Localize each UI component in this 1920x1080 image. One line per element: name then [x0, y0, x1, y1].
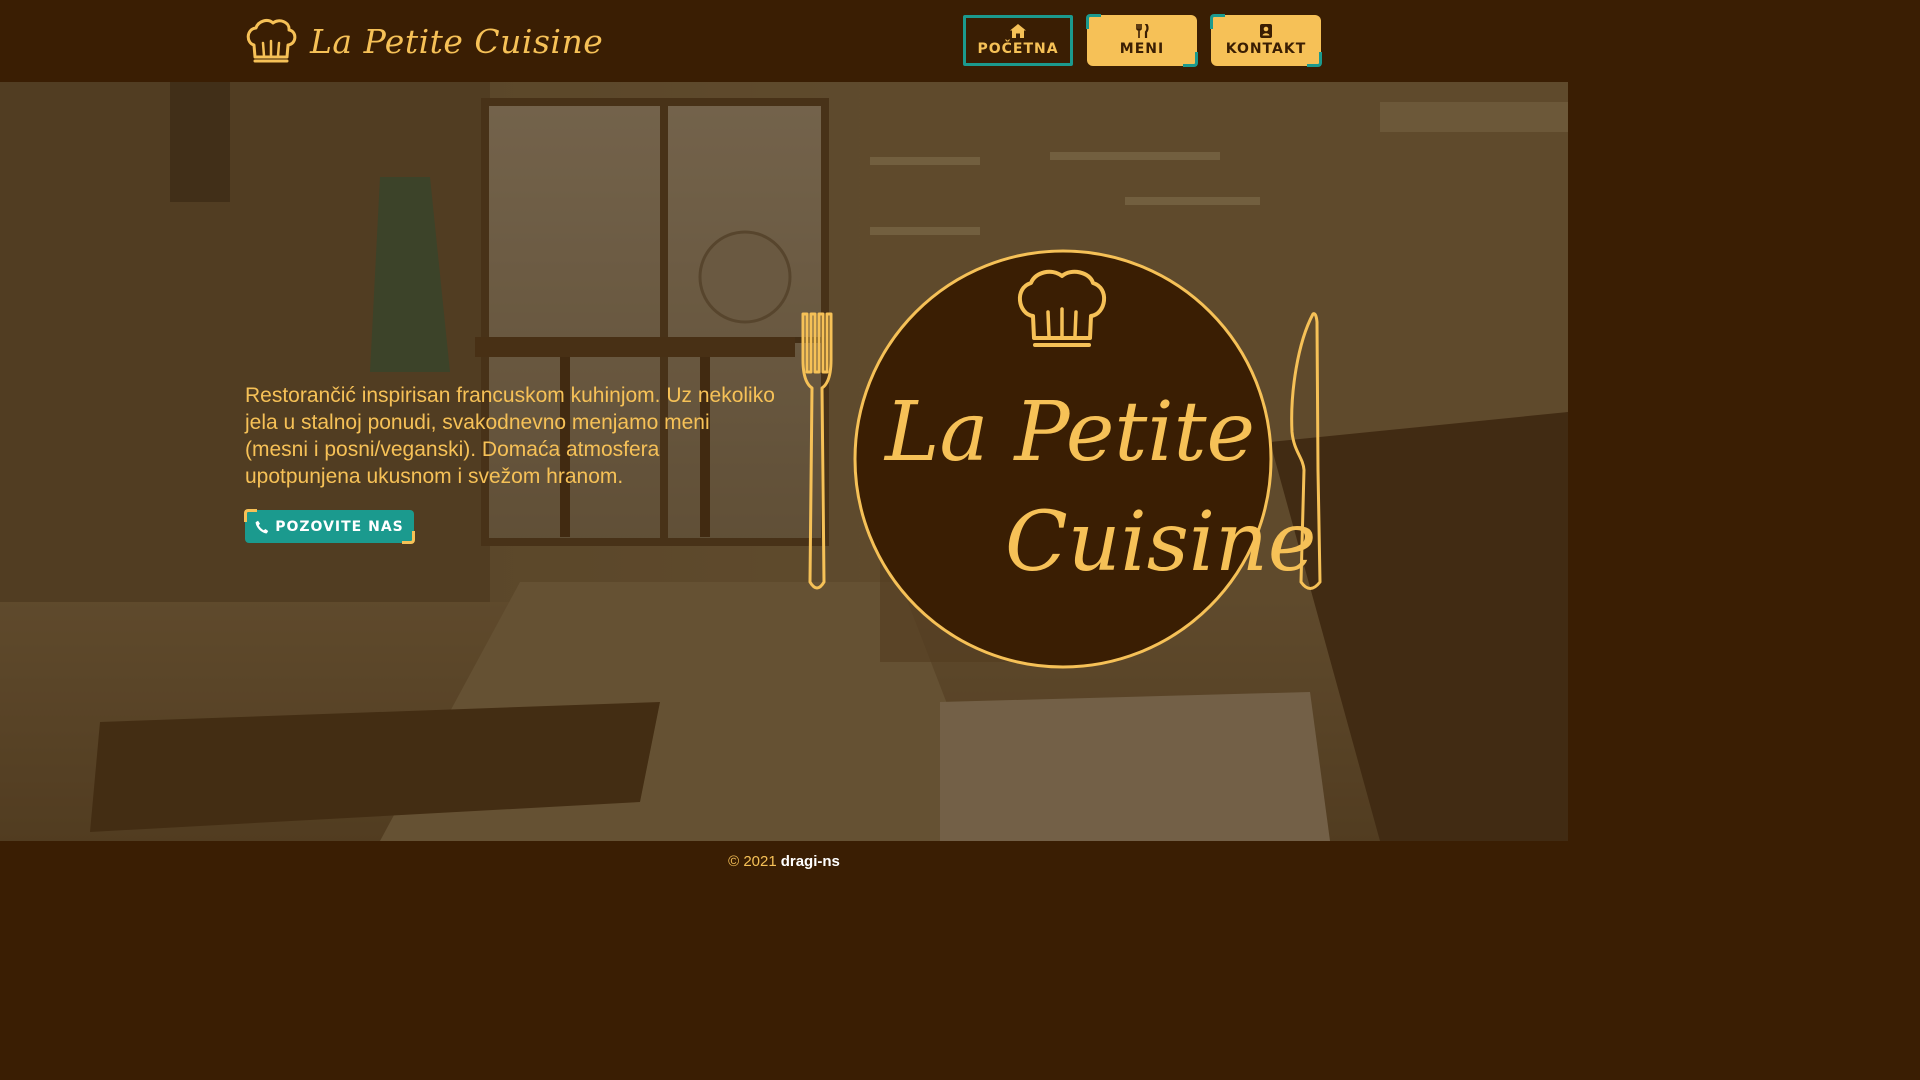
corner-accent: [402, 531, 415, 544]
fork-icon: [801, 312, 833, 590]
hero-section: Restorančić inspirisan francuskom kuhinj…: [0, 82, 1568, 841]
plate-title-line1: La Petite: [885, 385, 1256, 480]
call-us-label: POZOVITE NAS: [275, 518, 404, 535]
contact-card-icon: [1260, 24, 1272, 38]
footer: © 2021 dragi-ns: [0, 841, 1568, 882]
top-navbar: La Petite Cuisine POČETNA MENI KONTAKT: [0, 0, 1568, 82]
nav-kontakt-button[interactable]: KONTAKT: [1210, 14, 1322, 67]
hero-description: Restorančić inspirisan francuskom kuhinj…: [245, 384, 775, 488]
nav-meni-button[interactable]: MENI: [1086, 14, 1198, 67]
hero-overlay: [0, 82, 1568, 841]
nav-pocetna-button[interactable]: POČETNA: [963, 15, 1073, 66]
page: La Petite Cuisine POČETNA MENI KONTAKT R…: [0, 0, 1568, 882]
corner-accent: [1086, 14, 1101, 29]
call-us-button[interactable]: POZOVITE NAS: [244, 509, 415, 544]
brand-name: La Petite Cuisine: [310, 21, 604, 61]
brand-home-link[interactable]: La Petite Cuisine: [244, 15, 603, 67]
corner-accent: [1210, 14, 1225, 29]
utensils-icon: [1136, 24, 1149, 38]
footer-copyright: © 2021: [728, 853, 777, 870]
chef-hat-icon: [246, 19, 297, 63]
main-nav: POČETNA MENI KONTAKT: [963, 14, 1322, 67]
nav-pocetna-label: POČETNA: [977, 41, 1059, 57]
phone-icon: [255, 520, 269, 533]
corner-accent: [244, 509, 257, 522]
footer-author-link[interactable]: dragi-ns: [781, 853, 840, 870]
corner-accent: [1183, 52, 1198, 67]
nav-meni-label: MENI: [1119, 41, 1165, 57]
home-icon: [1010, 24, 1026, 38]
nav-kontakt-label: KONTAKT: [1225, 41, 1307, 57]
plate-title-line2: Cuisine: [1005, 495, 1317, 590]
corner-accent: [1307, 52, 1322, 67]
